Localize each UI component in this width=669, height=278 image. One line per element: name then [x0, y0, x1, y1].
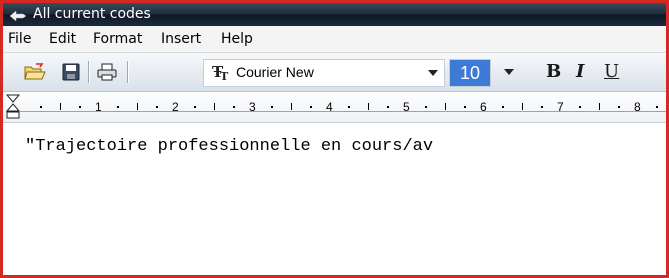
ruler-tick [444, 103, 446, 110]
ruler-tick [598, 103, 600, 110]
chevron-down-icon[interactable] [504, 69, 514, 75]
ruler-dot [309, 106, 312, 108]
ruler-dot [502, 106, 505, 108]
open-folder-icon[interactable] [23, 60, 47, 84]
ruler-dot [232, 106, 235, 108]
truetype-font-icon: ŦT [212, 63, 229, 83]
ruler-tick [521, 103, 523, 110]
menu-bar: File Edit Format Insert Help [3, 26, 666, 53]
ruler-tick [213, 103, 215, 110]
title-bar[interactable]: All current codes [3, 3, 666, 26]
window-title: All current codes [33, 6, 151, 22]
ruler-dot [78, 106, 81, 108]
ruler-dot [194, 106, 197, 108]
ruler-number: 8 [634, 100, 641, 114]
printer-icon[interactable] [95, 60, 119, 84]
chevron-down-icon[interactable] [428, 70, 438, 76]
toolbar: ŦT Courier New 10 B I U [3, 53, 666, 92]
ruler-dot [463, 106, 466, 108]
indent-marker-icon[interactable] [5, 94, 21, 120]
toolbar-separator [88, 61, 90, 83]
menu-file[interactable]: File [8, 26, 31, 52]
underline-button[interactable]: U [604, 61, 619, 82]
ruler-tick [59, 103, 61, 110]
window-frame: All current codes File Edit Format Inser… [0, 0, 669, 278]
ruler-dot [540, 106, 543, 108]
ruler-number: 3 [249, 100, 256, 114]
save-disk-icon[interactable] [59, 60, 83, 84]
italic-button[interactable]: I [576, 61, 584, 82]
ruler-dot [425, 106, 428, 108]
ruler-scale: 1 2 3 4 5 6 7 8 [19, 97, 666, 114]
ruler-number: 6 [480, 100, 487, 114]
ruler-number: 7 [557, 100, 564, 114]
ruler-dot [579, 106, 582, 108]
font-size-combo[interactable]: 10 [449, 59, 531, 87]
menu-format[interactable]: Format [93, 26, 142, 52]
font-name-value: Courier New [236, 64, 314, 80]
ruler-dot [155, 106, 158, 108]
ruler-dot [117, 106, 120, 108]
bold-button[interactable]: B [546, 61, 561, 82]
ruler-dot [617, 106, 620, 108]
font-size-value[interactable]: 10 [449, 59, 491, 87]
ruler-number: 4 [326, 100, 333, 114]
ruler-tick [290, 103, 292, 110]
app-icon [8, 8, 28, 22]
ruler-dot [386, 106, 389, 108]
ruler-dot [40, 106, 43, 108]
ruler-tick [367, 103, 369, 110]
font-name-combo[interactable]: ŦT Courier New [203, 59, 445, 87]
menu-edit[interactable]: Edit [49, 26, 76, 52]
ruler-number: 1 [95, 100, 102, 114]
ruler-number: 5 [403, 100, 410, 114]
ruler-dot [348, 106, 351, 108]
ruler-dot [656, 106, 659, 108]
ruler-tick [136, 103, 138, 110]
menu-help[interactable]: Help [221, 26, 253, 52]
toolbar-separator [127, 61, 129, 83]
ruler[interactable]: 1 2 3 4 5 6 7 8 [3, 92, 666, 123]
ruler-baseline [19, 111, 666, 112]
ruler-dot [271, 106, 274, 108]
editor-text-line[interactable]: "Trajectoire professionnelle en cours/av [25, 137, 433, 156]
ruler-number: 2 [172, 100, 179, 114]
menu-insert[interactable]: Insert [161, 26, 201, 52]
